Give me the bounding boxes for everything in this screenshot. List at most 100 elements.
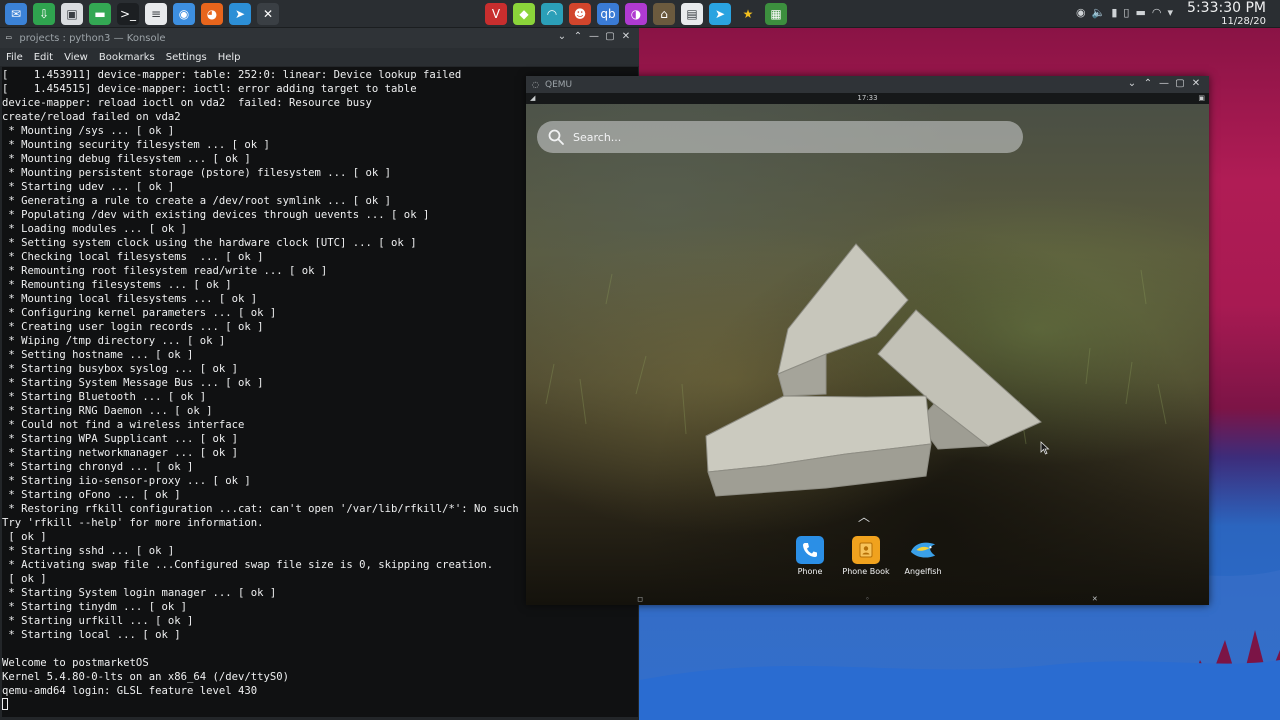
terminal-line: Kernel 5.4.80-0-lts on an x86_64 (/dev/t…: [2, 671, 290, 683]
terminal-cursor-line: [2, 698, 638, 712]
search-placeholder: Search...: [573, 130, 622, 144]
close-icon: ✕: [621, 31, 631, 42]
software-center-icon[interactable]: ⇩: [33, 3, 55, 25]
window-menu-button[interactable]: ⌄: [555, 30, 569, 44]
maximize-icon: ▢: [605, 31, 615, 42]
store-bag-icon[interactable]: ▣: [61, 3, 83, 25]
cube-icon[interactable]: ◆: [513, 3, 535, 25]
phone-homescreen[interactable]: Search... ︿ Phone Phone Book Angelfish ◻: [526, 104, 1209, 605]
app-phone-book[interactable]: Phone Book: [836, 536, 896, 576]
clipboard-icon[interactable]: ▯: [1123, 6, 1129, 19]
close-icon: ✕: [1191, 78, 1201, 89]
browser-icon[interactable]: ◉: [173, 3, 195, 25]
close-button[interactable]: ✕: [619, 30, 633, 44]
window-menu-button[interactable]: ⌄: [1125, 77, 1139, 91]
minimize-icon: —: [589, 31, 599, 42]
app-label: Phone: [797, 567, 823, 576]
search-bar[interactable]: Search...: [537, 121, 1023, 153]
clock-time: 5:33:30 PM: [1187, 0, 1266, 16]
launcher-bar: ✉ ⇩ ▣ ▬ >_ ≡ ◉ ◕ ➤ ✕: [2, 3, 282, 25]
record-icon[interactable]: ◉: [1076, 6, 1086, 19]
telegram-icon[interactable]: ➤: [709, 3, 731, 25]
close-icon[interactable]: ✕: [257, 3, 279, 25]
qemu-app-icon: ◌: [532, 80, 539, 89]
volume-icon[interactable]: 🔈: [1092, 6, 1106, 19]
menu-file[interactable]: File: [6, 52, 23, 63]
menu-help[interactable]: Help: [218, 52, 241, 63]
phone-status-bar[interactable]: ◢ 17:33 ▣: [526, 93, 1209, 104]
app-label: Phone Book: [842, 567, 890, 576]
notes-icon[interactable]: ≡: [145, 3, 167, 25]
qemu-window: ◌ QEMU ⌄ ⌃ — ▢ ✕ ◢ 17:33 ▣ Search... ︿ P…: [526, 76, 1209, 605]
minimize-button[interactable]: —: [1157, 77, 1171, 91]
phone-icon: [796, 536, 824, 564]
firefox-icon[interactable]: ◕: [201, 3, 223, 25]
terminal-line: Welcome to postmarketOS: [2, 657, 149, 669]
chevron-down-icon: ⌄: [557, 31, 567, 42]
us-flag-icon[interactable]: ▬: [1135, 6, 1145, 19]
phone-navigation-bar: ◻ ◦ ✕: [526, 593, 1209, 605]
telegram-pin-icon[interactable]: ➤: [229, 3, 251, 25]
chevron-down-icon[interactable]: ▾: [1167, 6, 1173, 19]
top-panel: ✉ ⇩ ▣ ▬ >_ ≡ ◉ ◕ ➤ ✕ V ◆ ◠ ☻ qb ◑ ⌂ ▤ ➤ ★ ▦ ◉ 🔈 ▮ ▯ ▬ ◠ ▾ 5:33:30…: [0, 0, 1280, 28]
app-angelfish[interactable]: Angelfish: [893, 536, 953, 576]
mail-icon[interactable]: ✉: [5, 3, 27, 25]
search-icon: [547, 128, 565, 146]
gauge-icon[interactable]: ◠: [541, 3, 563, 25]
angelfish-icon: [909, 536, 937, 564]
battery-icon[interactable]: ▮: [1111, 6, 1117, 19]
clock-date: 11/28/20: [1221, 16, 1266, 27]
menu-view[interactable]: View: [64, 52, 88, 63]
maximize-button[interactable]: ▢: [1173, 77, 1187, 91]
star-icon[interactable]: ★: [737, 3, 759, 25]
close-app-button[interactable]: ✕: [1092, 595, 1098, 603]
signal-icon: ◢: [530, 94, 536, 102]
terminal-icon[interactable]: >_: [117, 3, 139, 25]
home-button[interactable]: ◦: [865, 595, 869, 603]
viva-icon[interactable]: V: [485, 3, 507, 25]
gimp-icon[interactable]: ⌂: [653, 3, 675, 25]
terminal-line: * Starting local ... [ ok ]: [2, 629, 181, 641]
minimize-icon: —: [1159, 78, 1169, 89]
maximize-button[interactable]: ▢: [603, 30, 617, 44]
close-button[interactable]: ✕: [1189, 77, 1203, 91]
folder-icon[interactable]: ▬: [89, 3, 111, 25]
qemu-titlebar[interactable]: ◌ QEMU ⌄ ⌃ — ▢ ✕: [526, 76, 1209, 93]
keep-above-button[interactable]: ⌃: [571, 30, 585, 44]
wifi-icon[interactable]: ◠: [1152, 6, 1162, 19]
overview-button[interactable]: ◻: [637, 595, 643, 603]
terminal-icon: ▭: [6, 33, 12, 43]
text-cursor: [2, 698, 8, 710]
maximize-icon: ▢: [1175, 78, 1185, 89]
document-icon[interactable]: ▤: [681, 3, 703, 25]
robot-icon[interactable]: ☻: [569, 3, 591, 25]
minimize-button[interactable]: —: [587, 30, 601, 44]
screen-icon: ▣: [1198, 94, 1205, 102]
keep-above-button[interactable]: ⌃: [1141, 77, 1155, 91]
chevron-up-icon: ⌃: [573, 31, 583, 42]
app-label: Angelfish: [904, 567, 942, 576]
calculator-icon[interactable]: ▦: [765, 3, 787, 25]
konsole-menubar: File Edit View Bookmarks Settings Help: [0, 48, 639, 66]
phone-book-icon: [852, 536, 880, 564]
mouse-pointer-icon: [1040, 440, 1050, 459]
system-tray: ◉ 🔈 ▮ ▯ ▬ ◠ ▾: [1076, 6, 1173, 19]
menu-settings[interactable]: Settings: [166, 52, 207, 63]
app-phone[interactable]: Phone: [780, 536, 840, 576]
terminal-line: * Starting urfkill ... [ ok ]: [2, 615, 194, 627]
menu-edit[interactable]: Edit: [34, 52, 53, 63]
konsole-title: projects : python3 — Konsole: [19, 32, 166, 44]
terminal-line: qemu-amd64 login: GLSL feature level 430: [2, 685, 258, 697]
clock[interactable]: 5:33:30 PM 11/28/20: [1187, 0, 1266, 28]
qbittorrent-icon[interactable]: qb: [597, 3, 619, 25]
chevron-down-icon: ⌄: [1127, 78, 1137, 89]
qemu-title: QEMU: [544, 79, 573, 90]
color-wheel-icon[interactable]: ◑: [625, 3, 647, 25]
chevron-up-icon: ⌃: [1143, 78, 1153, 89]
konsole-titlebar[interactable]: ▭ projects : python3 — Konsole ⌄ ⌃ — ▢ ✕: [0, 28, 639, 48]
app-tray: V ◆ ◠ ☻ qb ◑ ⌂ ▤ ➤ ★ ▦: [482, 3, 790, 25]
menu-bookmarks[interactable]: Bookmarks: [99, 52, 155, 63]
status-time: 17:33: [857, 94, 878, 102]
app-drawer-chevron-up-icon[interactable]: ︿: [858, 508, 874, 524]
